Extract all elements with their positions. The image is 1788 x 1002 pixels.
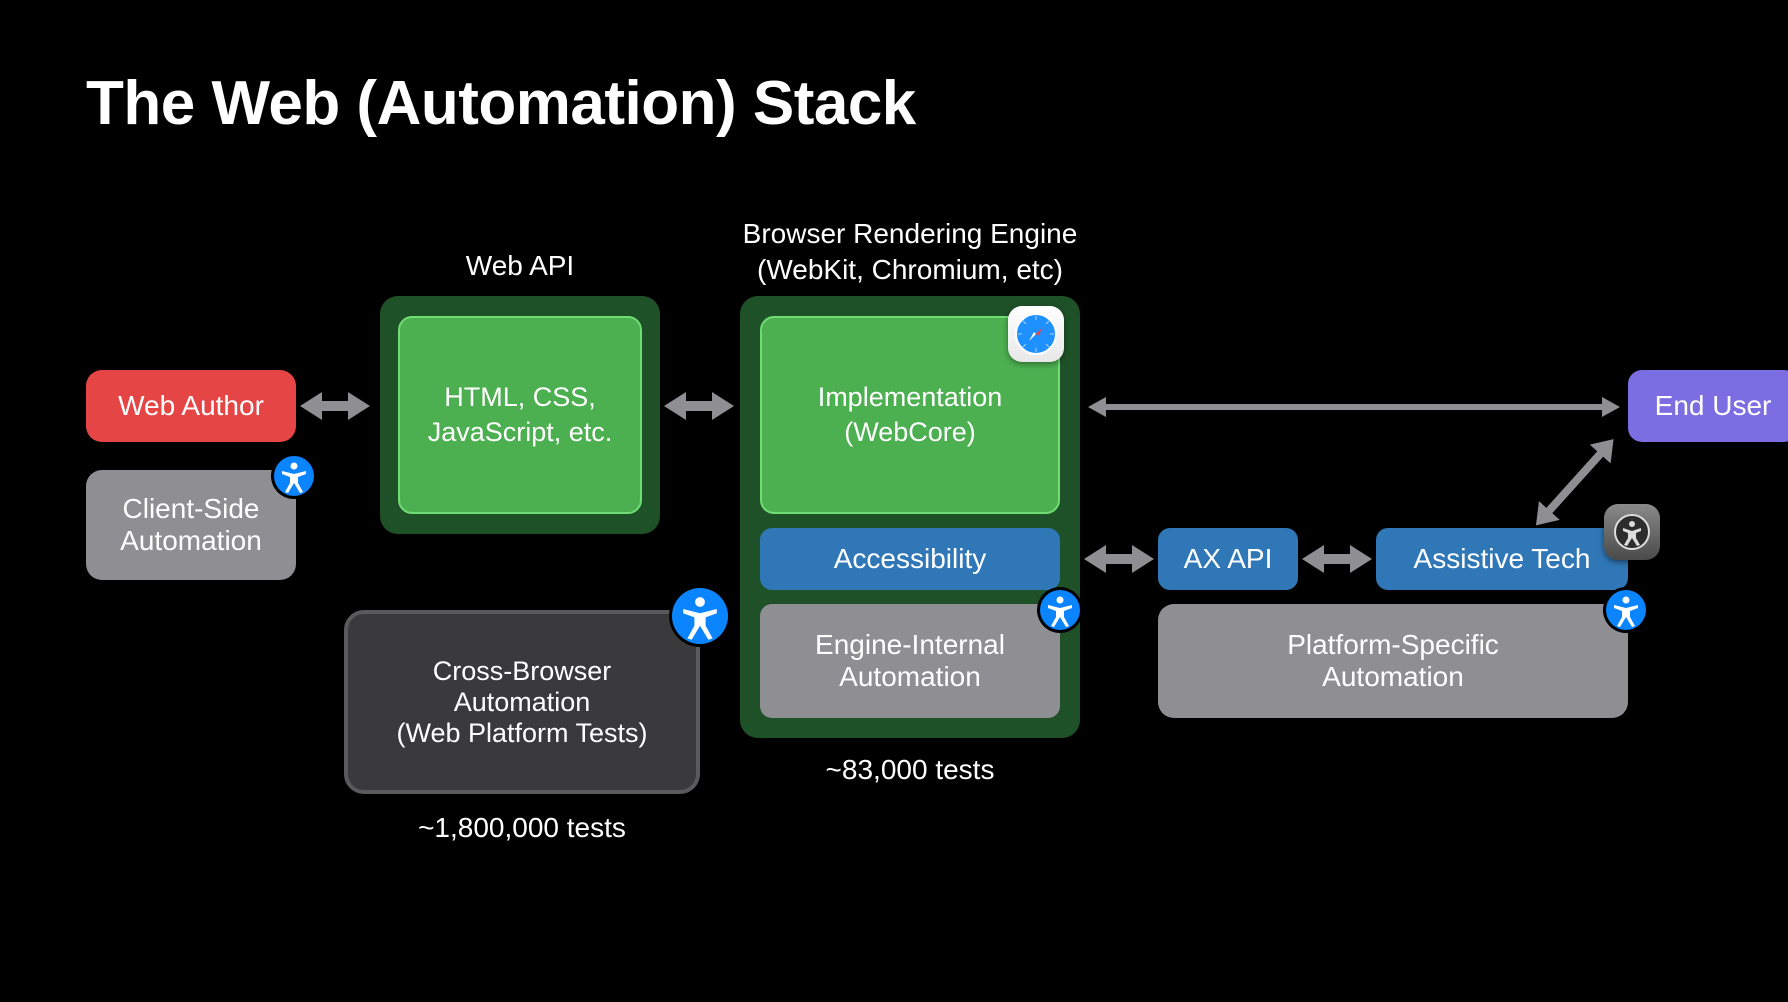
platform-specific-automation-box: Platform-Specific Automation (1158, 604, 1628, 718)
ax-api-label: AX API (1184, 543, 1273, 575)
cross-browser-automation-box: Cross-Browser Automation (Web Platform T… (344, 610, 700, 794)
ax-api-box: AX API (1158, 528, 1298, 590)
arrow-bidirectional-icon (1104, 554, 1134, 564)
cross-browser-caption: ~1,800,000 tests (344, 812, 700, 844)
web-api-box: HTML, CSS, JavaScript, etc. (398, 316, 642, 514)
voiceover-icon (1604, 504, 1660, 560)
accessibility-icon (274, 456, 314, 496)
cross-browser-automation-text: Cross-Browser Automation (Web Platform T… (396, 656, 647, 749)
web-author-label: Web Author (118, 390, 264, 422)
engine-internal-automation-box: Engine-Internal Automation (760, 604, 1060, 718)
accessibility-icon (1040, 590, 1080, 630)
implementation-text: Implementation (WebCore) (818, 380, 1003, 450)
end-user-label: End User (1655, 390, 1772, 422)
accessibility-icon (672, 588, 728, 644)
slide: The Web (Automation) Stack Web Author Cl… (0, 0, 1788, 1002)
assistive-tech-label: Assistive Tech (1414, 543, 1591, 575)
accessibility-label: Accessibility (834, 543, 986, 575)
arrow-bidirectional-icon (320, 401, 350, 411)
engine-heading: Browser Rendering Engine (WebKit, Chromi… (740, 216, 1080, 289)
arrow-bidirectional-icon (684, 401, 714, 411)
accessibility-box: Accessibility (760, 528, 1060, 590)
client-side-automation-box: Client-Side Automation (86, 470, 296, 580)
slide-title: The Web (Automation) Stack (86, 68, 916, 139)
engine-internal-automation-text: Engine-Internal Automation (815, 629, 1005, 693)
web-api-text: HTML, CSS, JavaScript, etc. (428, 380, 613, 450)
arrow-bidirectional-icon (1104, 404, 1604, 410)
client-side-automation-label: Client-Side Automation (120, 493, 262, 557)
accessibility-icon (1606, 590, 1646, 630)
platform-specific-automation-text: Platform-Specific Automation (1287, 629, 1499, 693)
web-author-box: Web Author (86, 370, 296, 442)
web-api-heading: Web API (380, 250, 660, 282)
arrow-bidirectional-icon (1322, 554, 1352, 564)
arrow-bidirectional-icon (1545, 450, 1604, 515)
engine-caption: ~83,000 tests (740, 754, 1080, 786)
end-user-box: End User (1628, 370, 1788, 442)
safari-icon (1008, 306, 1064, 362)
assistive-tech-box: Assistive Tech (1376, 528, 1628, 590)
